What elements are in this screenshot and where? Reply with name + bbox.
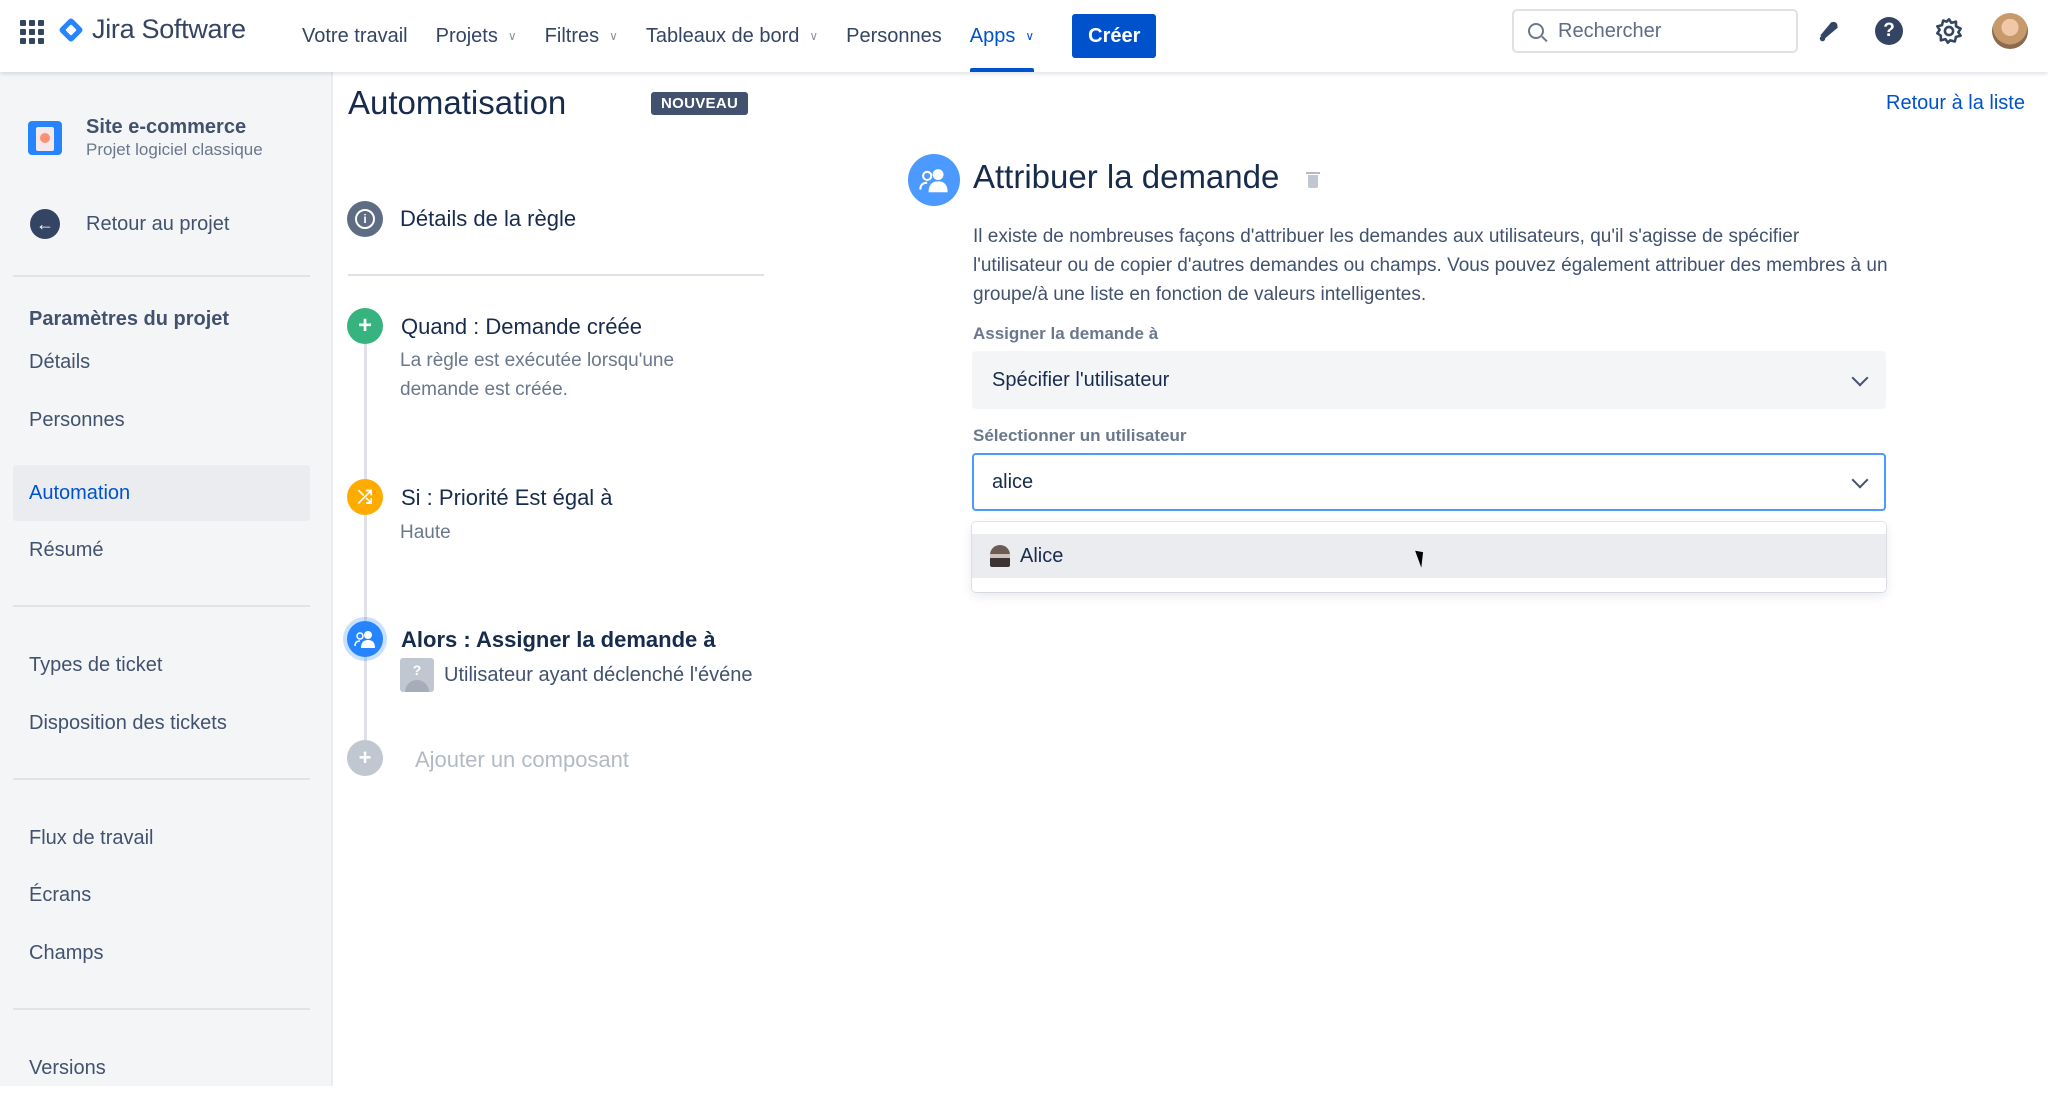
user-avatar bbox=[990, 545, 1010, 567]
trash-icon[interactable] bbox=[1306, 170, 1320, 188]
sidebar-item-summary[interactable]: Résumé bbox=[13, 522, 310, 578]
help-icon[interactable]: ? bbox=[1872, 14, 1906, 48]
user-option[interactable]: Alice bbox=[972, 534, 1886, 578]
trigger-description: La règle est exécutée lorsqu'une demande… bbox=[400, 350, 675, 400]
notifications-icon[interactable] bbox=[1812, 14, 1846, 48]
search-box[interactable] bbox=[1512, 9, 1798, 53]
sidebar-item-versions[interactable]: Versions bbox=[13, 1040, 310, 1096]
primary-nav: Votre travail Projets ∨ Filtres ∨ Tableaux… bbox=[288, 0, 1157, 72]
profile-avatar[interactable] bbox=[1992, 13, 2028, 49]
project-header[interactable]: Site e-commerce Projet logiciel classiqu… bbox=[28, 116, 263, 160]
sidebar-item-screens[interactable]: Écrans bbox=[13, 867, 310, 923]
project-type: Projet logiciel classique bbox=[86, 140, 263, 159]
divider bbox=[13, 605, 310, 607]
condition-title[interactable]: Si : Priorité Est égal à bbox=[401, 485, 613, 511]
user-select[interactable] bbox=[972, 453, 1886, 511]
panel-description: Il existe de nombreuses façons d'attribu… bbox=[973, 226, 1888, 305]
info-icon: i bbox=[347, 201, 383, 237]
nav-your-work[interactable]: Votre travail bbox=[288, 0, 422, 72]
shuffle-condition-icon: ⤮ bbox=[347, 479, 383, 515]
unknown-user-avatar bbox=[400, 658, 434, 692]
product-name: Jira Software bbox=[92, 14, 246, 44]
nav-label: Apps bbox=[969, 24, 1016, 47]
back-to-project-link[interactable]: ← Retour au projet bbox=[30, 209, 229, 239]
nav-people[interactable]: Personnes bbox=[832, 0, 956, 72]
jira-logo[interactable]: Jira Software bbox=[58, 14, 246, 45]
divider bbox=[13, 778, 310, 780]
user-options-menu: Alice bbox=[972, 522, 1886, 592]
create-button[interactable]: Créer bbox=[1072, 14, 1157, 58]
assign-user-icon bbox=[908, 154, 960, 206]
action-title[interactable]: Alors : Assigner la demande à bbox=[401, 627, 716, 653]
project-name: Site e-commerce bbox=[86, 116, 247, 138]
chevron-down-icon: ∨ bbox=[809, 29, 819, 43]
trigger-title[interactable]: Quand : Demande créée bbox=[401, 314, 642, 340]
nav-label: Tableaux de bord bbox=[645, 24, 800, 47]
action-user: Utilisateur ayant déclenché l'événe bbox=[400, 658, 752, 692]
nav-label: Projets bbox=[435, 24, 498, 47]
assign-type-value: Spécifier l'utilisateur bbox=[992, 368, 1170, 391]
search-input[interactable] bbox=[1558, 19, 1778, 43]
user-field-label: Sélectionner un utilisateur bbox=[973, 426, 1187, 445]
divider bbox=[348, 274, 764, 276]
user-option-label: Alice bbox=[1020, 544, 1064, 567]
top-icons: ? bbox=[1812, 13, 2028, 49]
top-navigation: Jira Software Votre travail Projets ∨ Fil… bbox=[0, 0, 2048, 72]
plus-trigger-icon: + bbox=[347, 308, 383, 344]
app-switcher-icon[interactable] bbox=[20, 20, 44, 44]
divider bbox=[13, 275, 310, 277]
chevron-down-icon bbox=[1851, 471, 1869, 489]
project-icon bbox=[28, 121, 62, 155]
chevron-down-icon: ∨ bbox=[1025, 29, 1035, 43]
back-to-list-link[interactable]: Retour à la liste bbox=[1886, 92, 2025, 115]
nav-label: Filtres bbox=[544, 24, 600, 47]
chevron-down-icon: ∨ bbox=[609, 29, 618, 43]
arrow-left-icon: ← bbox=[30, 209, 60, 239]
section-heading: Paramètres du projet bbox=[29, 308, 230, 330]
search-icon bbox=[1528, 23, 1544, 39]
rule-details-link[interactable]: Détails de la règle bbox=[400, 206, 576, 232]
assign-user-icon bbox=[347, 621, 383, 657]
sidebar-item-issue-layout[interactable]: Disposition des tickets bbox=[13, 695, 310, 751]
user-search-input[interactable] bbox=[992, 470, 1792, 494]
nav-projects[interactable]: Projets ∨ bbox=[422, 0, 531, 72]
page-title: Automatisation bbox=[348, 84, 567, 121]
timeline-connector bbox=[364, 342, 367, 742]
chevron-down-icon bbox=[1851, 369, 1869, 387]
nav-apps[interactable]: Apps ∨ bbox=[956, 0, 1048, 72]
action-user-label: Utilisateur ayant déclenché l'événe bbox=[444, 663, 753, 686]
settings-icon[interactable] bbox=[1932, 14, 1966, 48]
chevron-down-icon: ∨ bbox=[507, 29, 517, 43]
sidebar-item-issue-types[interactable]: Types de ticket bbox=[13, 637, 310, 693]
assign-field-label: Assigner la demande à bbox=[973, 324, 1159, 343]
divider bbox=[13, 1008, 310, 1010]
sidebar-item-automation[interactable]: Automation bbox=[13, 465, 310, 521]
jira-diamond-icon bbox=[58, 16, 84, 43]
condition-value: Haute bbox=[400, 522, 451, 543]
add-component-icon[interactable]: + bbox=[347, 740, 383, 776]
nav-label: Votre travail bbox=[302, 24, 408, 47]
sidebar-item-workflows[interactable]: Flux de travail bbox=[13, 810, 310, 866]
sidebar: Site e-commerce Projet logiciel classiqu… bbox=[0, 72, 333, 1086]
new-badge: NOUVEAU bbox=[651, 92, 749, 115]
sidebar-item-people[interactable]: Personnes bbox=[13, 392, 310, 448]
nav-filters[interactable]: Filtres ∨ bbox=[531, 0, 632, 72]
sidebar-item-details[interactable]: Détails bbox=[13, 334, 310, 390]
sidebar-item-fields[interactable]: Champs bbox=[13, 925, 310, 981]
panel-title: Attribuer la demande bbox=[973, 158, 1280, 195]
add-component-button[interactable]: Ajouter un composant bbox=[415, 747, 629, 773]
assign-type-select[interactable]: Spécifier l'utilisateur bbox=[972, 351, 1886, 409]
nav-dashboards[interactable]: Tableaux de bord ∨ bbox=[632, 0, 832, 72]
nav-label: Personnes bbox=[846, 24, 942, 47]
back-label: Retour au projet bbox=[86, 212, 230, 235]
